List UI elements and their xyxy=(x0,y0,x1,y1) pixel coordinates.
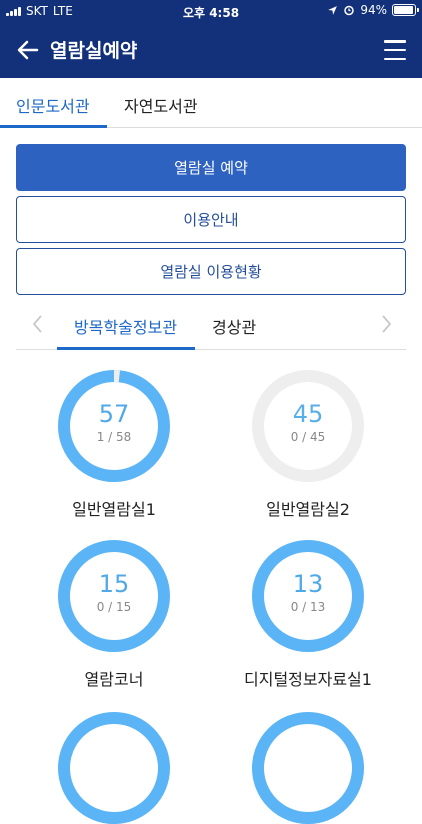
room-name: 디지털정보자료실1 xyxy=(244,670,372,689)
location-icon xyxy=(328,5,338,15)
tab-humanities-library[interactable]: 인문도서관 xyxy=(16,93,90,117)
room-card[interactable]: 45 0 / 45 일반열람실2 xyxy=(228,370,388,520)
available-seats: 45 xyxy=(292,400,324,428)
occupancy-ring: 13 0 / 13 xyxy=(252,540,364,652)
active-tab-indicator xyxy=(0,125,107,128)
library-tabs: 인문도서관 자연도서관 xyxy=(0,78,422,128)
chevron-right-icon[interactable] xyxy=(376,312,396,336)
app-header: 열람실예약 xyxy=(0,22,422,78)
occupancy-ring: 15 0 / 15 xyxy=(58,540,170,652)
room-card-partial[interactable] xyxy=(228,712,388,824)
room-name: 일반열람실1 xyxy=(72,500,156,519)
battery-icon xyxy=(392,4,419,16)
page-title: 열람실예약 xyxy=(50,40,138,62)
occupancy-ring: 45 0 / 45 xyxy=(252,370,364,482)
room-card[interactable]: 13 0 / 13 디지털정보자료실1 xyxy=(228,540,388,690)
chevron-left-icon[interactable] xyxy=(28,312,48,336)
ring-track xyxy=(58,712,170,824)
available-seats: 15 xyxy=(98,570,130,598)
battery-percent: 94% xyxy=(360,3,387,17)
seat-ratio: 1 / 58 xyxy=(96,430,132,444)
room-name: 열람코너 xyxy=(84,670,144,689)
room-status-button[interactable]: 열람실 이용현황 xyxy=(16,248,406,295)
tab-science-library[interactable]: 자연도서관 xyxy=(124,93,198,117)
occupancy-ring xyxy=(58,712,170,824)
subtab-bangmok[interactable]: 방목학술정보관 xyxy=(74,314,177,338)
usage-guide-button[interactable]: 이용안내 xyxy=(16,196,406,243)
seat-ratio: 0 / 13 xyxy=(290,600,326,614)
subtab-gyeongsang[interactable]: 경상관 xyxy=(212,314,256,338)
available-seats: 57 xyxy=(98,400,130,428)
room-name: 일반열람실2 xyxy=(266,500,350,519)
room-card[interactable]: 57 1 / 58 일반열람실1 xyxy=(34,370,194,520)
ring-track xyxy=(252,712,364,824)
status-bar: SKT LTE 오후 4:58 94% xyxy=(0,0,422,22)
seat-ratio: 0 / 45 xyxy=(290,430,326,444)
occupancy-ring xyxy=(252,712,364,824)
seat-ratio: 0 / 15 xyxy=(96,600,132,614)
room-card[interactable]: 15 0 / 15 열람코너 xyxy=(34,540,194,690)
available-seats: 13 xyxy=(292,570,324,598)
hamburger-menu-icon[interactable] xyxy=(384,40,406,60)
active-subtab-indicator xyxy=(57,347,195,350)
back-arrow-icon[interactable] xyxy=(12,34,44,66)
building-tabs: 방목학술정보관 경상관 xyxy=(16,304,406,350)
occupancy-ring: 57 1 / 58 xyxy=(58,370,170,482)
alarm-icon xyxy=(344,5,355,16)
room-card-partial[interactable] xyxy=(34,712,194,824)
reserve-room-button[interactable]: 열람실 예약 xyxy=(16,144,406,191)
